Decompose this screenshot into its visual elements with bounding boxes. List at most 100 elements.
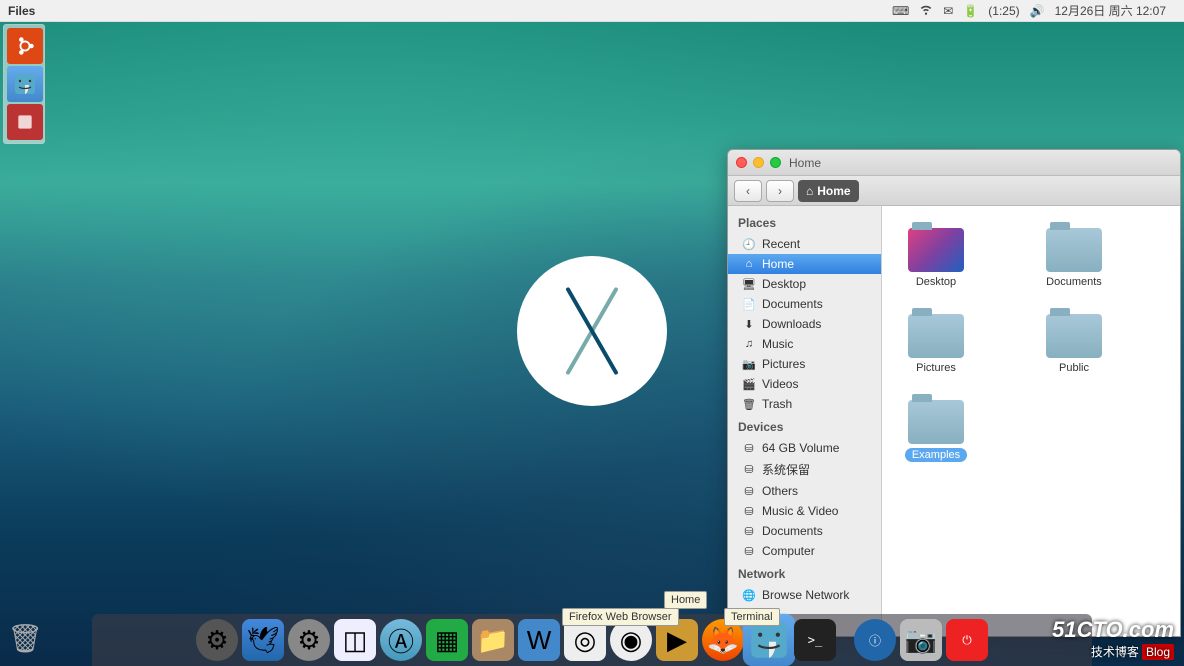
clock-icon: 🕘 <box>742 238 756 251</box>
app-menu[interactable]: Files <box>8 4 35 18</box>
menubar: Files ⌨ ✉ 🔋 (1:25) 🔊 12月26日 周六 12:07 <box>0 0 1184 22</box>
sidebar-item-label: Desktop <box>762 277 806 291</box>
breadcrumb-home[interactable]: ⌂ Home <box>798 180 859 202</box>
breadcrumb-label: Home <box>817 184 850 198</box>
sidebar-places-downloads[interactable]: ⬇Downloads <box>728 314 881 334</box>
folder-pictures[interactable]: Pictures <box>892 308 980 374</box>
watermark-sub: 技术博客 <box>1091 645 1139 659</box>
folder-examples[interactable]: Examples <box>892 394 980 462</box>
sidebar-item-label: Home <box>762 257 794 271</box>
sidebar-devices-others[interactable]: ⛁Others <box>728 481 881 501</box>
disk-icon: ⛁ <box>742 505 756 518</box>
window-title: Home <box>789 156 821 170</box>
desktop[interactable]: 🗑 Home ‹ › ⌂ Home Places 🕘Recent⌂Home🖥De… <box>0 22 1184 666</box>
sidebar-places-documents[interactable]: 📄Documents <box>728 294 881 314</box>
dock-terminal[interactable]: >_ <box>794 619 836 661</box>
download-icon: ⬇ <box>742 318 756 331</box>
minimize-button[interactable] <box>753 157 764 168</box>
folder-desktop[interactable]: Desktop <box>892 222 980 288</box>
folder-label: Public <box>1059 362 1089 374</box>
sidebar-devices-系统保留[interactable]: ⛁ 系统保留 <box>728 458 881 481</box>
sidebar-item-label: Browse Network <box>762 588 849 602</box>
dock-power[interactable]: ⏻ <box>946 619 988 661</box>
trash-icon: 🗑 <box>742 398 756 411</box>
sidebar-places-videos[interactable]: 🎬 Videos <box>728 374 881 394</box>
maximize-button[interactable] <box>770 157 781 168</box>
dock-camera[interactable]: 📷 <box>900 619 942 661</box>
sidebar-places-pictures[interactable]: 📷 Pictures <box>728 354 881 374</box>
network-header: Network <box>728 561 881 585</box>
dock-settings[interactable]: ⚙ <box>196 619 238 661</box>
folder-label: Pictures <box>916 362 956 374</box>
mail-icon[interactable]: ✉ <box>943 4 953 18</box>
desktop-icon: 🖥 <box>742 278 756 291</box>
sidebar-places-home[interactable]: ⌂ Home <box>728 254 881 274</box>
dock-virtualbox[interactable]: ◫ <box>334 619 376 661</box>
tooltip-firefox: Firefox Web Browser <box>562 608 679 626</box>
sidebar-item-label: Documents <box>762 524 823 538</box>
sidebar-item-label: Documents <box>762 297 823 311</box>
dock-sep <box>840 619 850 661</box>
folder-label: Documents <box>1046 276 1102 288</box>
folder-label: Desktop <box>916 276 956 288</box>
folder-documents[interactable]: Documents <box>1030 222 1118 288</box>
sidebar-places-desktop[interactable]: 🖥 Desktop <box>728 274 881 294</box>
volume-icon[interactable]: 🔊 <box>1030 4 1045 18</box>
files-window: Home ‹ › ⌂ Home Places 🕘Recent⌂Home🖥Desk… <box>727 149 1181 637</box>
keyboard-icon[interactable]: ⌨ <box>892 4 909 18</box>
disk-icon: ⛁ <box>742 463 756 476</box>
battery-text: (1:25) <box>988 4 1019 18</box>
launcher-app[interactable] <box>7 104 43 140</box>
sidebar-devices-64-gb-volume[interactable]: ⛁ 64 GB Volume <box>728 438 881 458</box>
dock-appstore[interactable]: Ⓐ <box>380 619 422 661</box>
sidebar-devices-computer[interactable]: ⛁Computer <box>728 541 881 561</box>
sidebar-network-browse-network[interactable]: 🌐 Browse Network <box>728 585 881 605</box>
home-icon: ⌂ <box>806 184 813 198</box>
dock-writer[interactable]: W <box>518 619 560 661</box>
sidebar-item-label: Music <box>762 337 793 351</box>
launcher-finder[interactable] <box>7 66 43 102</box>
forward-button[interactable]: › <box>766 180 794 202</box>
dock-files[interactable]: 📁 <box>472 619 514 661</box>
unity-launcher <box>3 24 45 144</box>
sidebar-item-label: Others <box>762 484 798 498</box>
sidebar-item-label: Trash <box>762 397 792 411</box>
home-icon: ⌂ <box>742 258 756 270</box>
dock-gear[interactable]: ⚙ <box>288 619 330 661</box>
sidebar: Places 🕘Recent⌂Home🖥Desktop📄Documents⬇Do… <box>728 206 882 636</box>
folder-public[interactable]: Public <box>1030 308 1118 374</box>
sidebar-places-music[interactable]: ♫Music <box>728 334 881 354</box>
net-icon: 🌐 <box>742 589 756 602</box>
close-button[interactable] <box>736 157 747 168</box>
dock-help[interactable]: ⓘ <box>854 619 896 661</box>
sidebar-devices-music-&-video[interactable]: ⛁ Music & Video <box>728 501 881 521</box>
trash-icon[interactable]: 🗑 <box>8 618 42 658</box>
sidebar-item-label: Computer <box>762 544 815 558</box>
sidebar-item-label: Videos <box>762 377 798 391</box>
sidebar-item-label: Pictures <box>762 357 805 371</box>
disk-icon: ⛁ <box>742 442 756 455</box>
folder-icon <box>1046 314 1102 358</box>
sidebar-places-recent[interactable]: 🕘 Recent <box>728 234 881 254</box>
video-icon: 🎬 <box>742 378 756 391</box>
devices-header: Devices <box>728 414 881 438</box>
sidebar-item-label: 系统保留 <box>762 461 810 478</box>
sidebar-devices-documents[interactable]: ⛁Documents <box>728 521 881 541</box>
back-button[interactable]: ‹ <box>734 180 762 202</box>
dock-thunderbird[interactable]: 🕊 <box>242 619 284 661</box>
launcher-ubuntu[interactable] <box>7 28 43 64</box>
tooltip-home: Home <box>664 591 707 609</box>
folder-content[interactable]: Desktop Documents Pictures Public Examples <box>882 206 1180 636</box>
folder-icon <box>1046 228 1102 272</box>
sidebar-item-label: Music & Video <box>762 504 838 518</box>
sidebar-item-label: 64 GB Volume <box>762 441 839 455</box>
window-titlebar[interactable]: Home <box>728 150 1180 176</box>
sidebar-places-trash[interactable]: 🗑 Trash <box>728 394 881 414</box>
wifi-icon[interactable] <box>919 2 933 19</box>
dock-green[interactable]: ▦ <box>426 619 468 661</box>
watermark-tag: Blog <box>1142 644 1174 660</box>
pictures-icon: 📷 <box>742 358 756 371</box>
sidebar-item-label: Recent <box>762 237 800 251</box>
battery-icon[interactable]: 🔋 <box>963 4 978 18</box>
date-time[interactable]: 12月26日 周六 12:07 <box>1055 2 1166 19</box>
